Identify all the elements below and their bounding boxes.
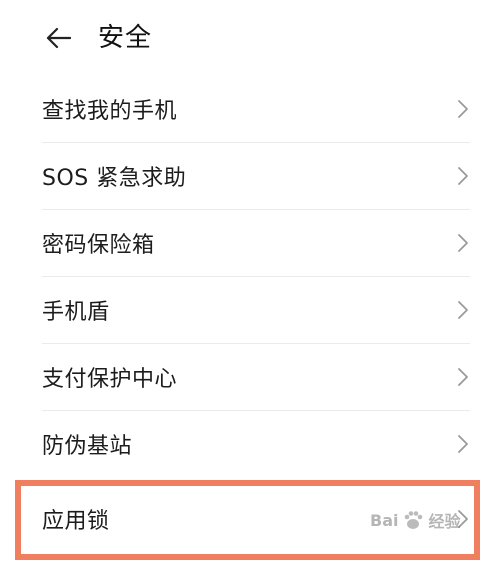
page-title: 安全 — [98, 23, 153, 53]
list-item-password-vault[interactable]: 密码保险箱 — [42, 209, 470, 276]
list-item-find-my-phone[interactable]: 查找我的手机 — [42, 76, 470, 142]
list-item-fake-base-station[interactable]: 防伪基站 — [42, 410, 470, 477]
chevron-right-icon — [458, 234, 468, 252]
list-item-label: 查找我的手机 — [42, 99, 178, 124]
chevron-right-icon — [458, 301, 468, 319]
chevron-right-icon — [458, 368, 468, 386]
list-item-label: SOS 紧急求助 — [42, 166, 187, 191]
chevron-right-icon — [458, 510, 468, 528]
list-item-phone-shield[interactable]: 手机盾 — [42, 276, 470, 343]
list-item-label: 应用锁 — [42, 509, 110, 534]
list-item-label: 防伪基站 — [42, 434, 133, 459]
back-button[interactable] — [40, 20, 76, 56]
list-item-app-lock[interactable]: 应用锁 — [42, 477, 470, 560]
chevron-right-icon — [458, 167, 468, 185]
chevron-right-icon — [458, 100, 468, 118]
list-item-sos[interactable]: SOS 紧急求助 — [42, 142, 470, 209]
list-item-label: 手机盾 — [42, 300, 110, 325]
chevron-right-icon — [458, 435, 468, 453]
list-item-label: 密码保险箱 — [42, 233, 155, 258]
arrow-left-icon — [46, 27, 71, 49]
settings-list: 查找我的手机 SOS 紧急求助 密码保险箱 手机盾 支付保护中心 防伪基站 应用… — [0, 76, 500, 560]
list-item-label: 支付保护中心 — [42, 367, 178, 392]
top-app-bar: 安全 — [0, 0, 500, 76]
list-item-payment-protection[interactable]: 支付保护中心 — [42, 343, 470, 410]
